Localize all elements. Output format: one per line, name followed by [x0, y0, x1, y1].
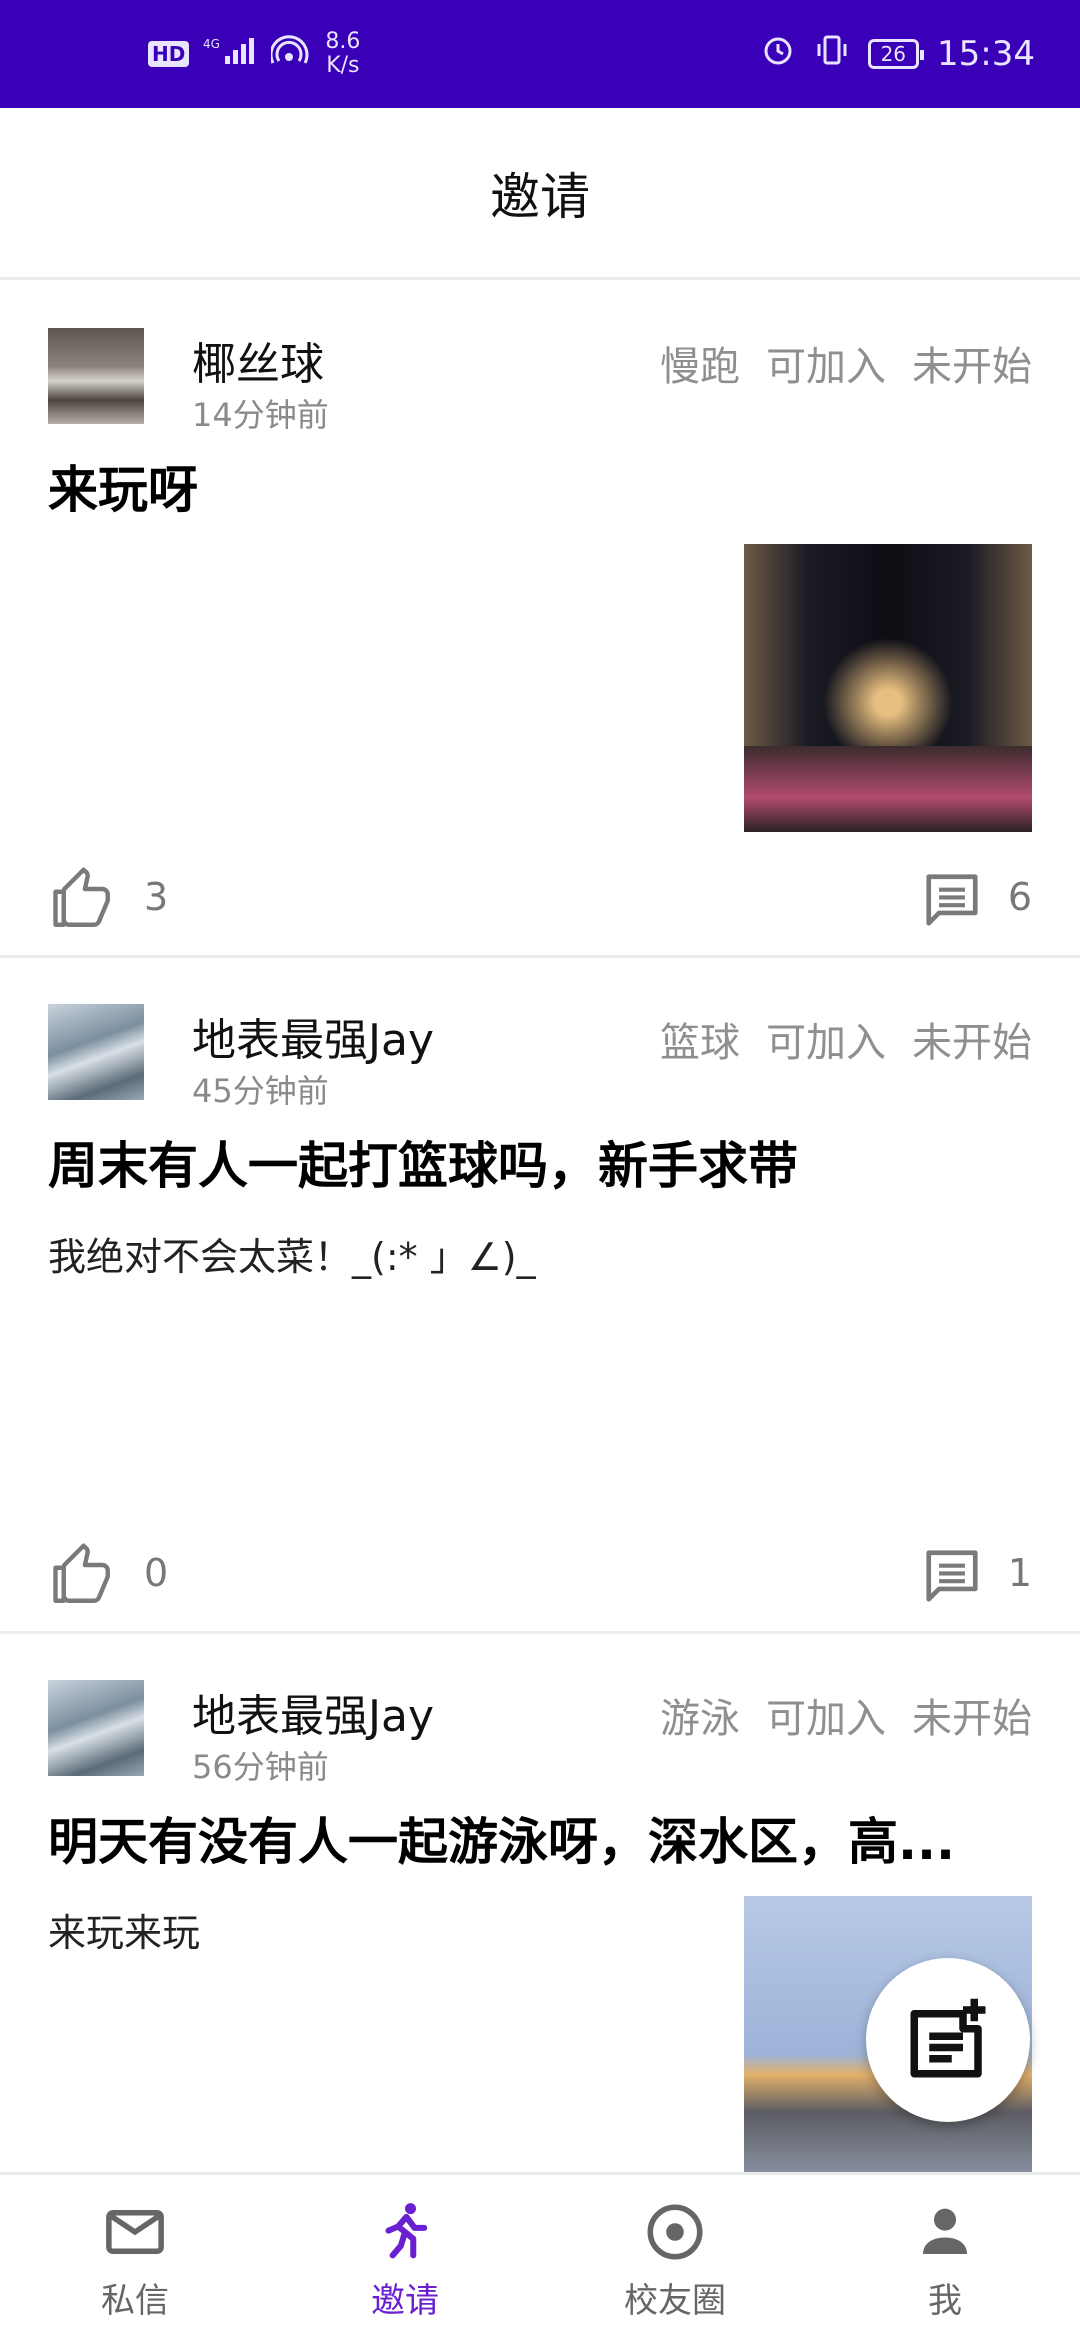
post-title[interactable]: 明天有没有人一起游泳呀，深水区，高... — [48, 1802, 1018, 1874]
nav-item-me[interactable]: 我 — [810, 2175, 1080, 2340]
tag-sport: 慢跑 — [660, 344, 740, 390]
mail-icon — [106, 2210, 164, 2254]
person-icon — [923, 2208, 967, 2254]
username[interactable]: 地表最强Jay — [192, 1680, 434, 1744]
post-card[interactable]: 椰丝球 14分钟前 慢跑 可加入 未开始 来玩呀 3 6 — [0, 282, 1080, 958]
username[interactable]: 椰丝球 — [192, 328, 324, 392]
post-body: 来玩来玩 — [48, 1911, 201, 1955]
nav-item-alumni[interactable]: 校友圈 — [540, 2175, 810, 2340]
tag-status: 未开始 — [912, 1020, 1032, 1066]
post-card[interactable]: 地表最强Jay 45分钟前 篮球 可加入 未开始 周末有人一起打篮球吗，新手求带… — [0, 958, 1080, 1634]
post-image[interactable] — [744, 544, 1032, 832]
post-tags: 篮球 可加入 未开始 — [660, 1010, 1032, 1068]
comment-count: 1 — [1007, 1551, 1032, 1595]
status-left: HD 4G 8.6 K/s — [148, 30, 360, 78]
avatar[interactable] — [48, 1680, 144, 1776]
avatar[interactable] — [48, 1004, 144, 1100]
battery-indicator: 26 — [867, 39, 925, 69]
comment-count: 6 — [1007, 875, 1032, 919]
target-icon — [647, 2204, 703, 2260]
post-title[interactable]: 来玩呀 — [48, 450, 1018, 522]
like-count: 3 — [144, 875, 169, 919]
nav-label: 校友圈 — [624, 2281, 726, 2321]
app-header: 邀请 — [0, 108, 1080, 280]
tag-joinable: 可加入 — [766, 344, 886, 390]
runner-icon — [385, 2203, 428, 2259]
bottom-nav: 私信 邀请 校友圈 我 — [0, 2172, 1080, 2340]
tag-joinable: 可加入 — [766, 1020, 886, 1066]
signal-icon: 4G — [203, 36, 257, 72]
username[interactable]: 地表最强Jay — [192, 1004, 434, 1068]
thumbs-up-icon[interactable] — [48, 1543, 118, 1609]
clock: 15:34 — [937, 34, 1035, 74]
nav-label: 我 — [928, 2281, 962, 2321]
net-speed: 8.6 K/s — [325, 30, 360, 78]
tag-sport: 游泳 — [660, 1696, 740, 1742]
invite-feed[interactable]: 椰丝球 14分钟前 慢跑 可加入 未开始 来玩呀 3 6 地表最强Jay 45分… — [0, 282, 1080, 2172]
avatar[interactable] — [48, 328, 144, 424]
post-tags: 慢跑 可加入 未开始 — [660, 334, 1032, 392]
status-right: 26 15:34 — [760, 32, 1035, 77]
like-count: 0 — [144, 1551, 169, 1595]
tag-status: 未开始 — [912, 1696, 1032, 1742]
thumbs-up-icon[interactable] — [48, 867, 118, 933]
comment-icon[interactable] — [920, 869, 984, 931]
status-bar: HD 4G 8.6 K/s 26 15:34 — [0, 0, 1080, 108]
nav-label: 邀请 — [371, 2281, 439, 2321]
svg-text:4G: 4G — [203, 37, 220, 51]
page-title: 邀请 — [490, 167, 590, 226]
net-speed-unit: K/s — [326, 53, 360, 78]
post-body: 我绝对不会太菜！_(:* 」∠)_ — [48, 1235, 536, 1279]
tag-sport: 篮球 — [660, 1020, 740, 1066]
hotspot-icon — [269, 35, 311, 73]
note-add-icon — [910, 1998, 986, 2078]
alarm-icon — [760, 32, 796, 77]
post-time: 56分钟前 — [192, 1748, 329, 1786]
nav-label: 私信 — [101, 2281, 169, 2321]
nav-item-invite[interactable]: 邀请 — [270, 2175, 540, 2340]
post-time: 14分钟前 — [192, 396, 329, 434]
net-speed-value: 8.6 — [325, 29, 361, 54]
post-title[interactable]: 周末有人一起打篮球吗，新手求带 — [48, 1126, 1018, 1198]
post-footer: 0 1 — [0, 1541, 1080, 1631]
tag-joinable: 可加入 — [766, 1696, 886, 1742]
post-footer: 3 6 — [0, 865, 1080, 955]
hd-indicator: HD — [148, 41, 190, 67]
nav-item-messages[interactable]: 私信 — [0, 2175, 270, 2340]
tag-status: 未开始 — [912, 344, 1032, 390]
comment-icon[interactable] — [920, 1545, 984, 1607]
post-tags: 游泳 可加入 未开始 — [660, 1686, 1032, 1744]
post-time: 45分钟前 — [192, 1072, 329, 1110]
create-post-button[interactable] — [866, 1958, 1030, 2122]
vibrate-icon — [814, 32, 850, 77]
